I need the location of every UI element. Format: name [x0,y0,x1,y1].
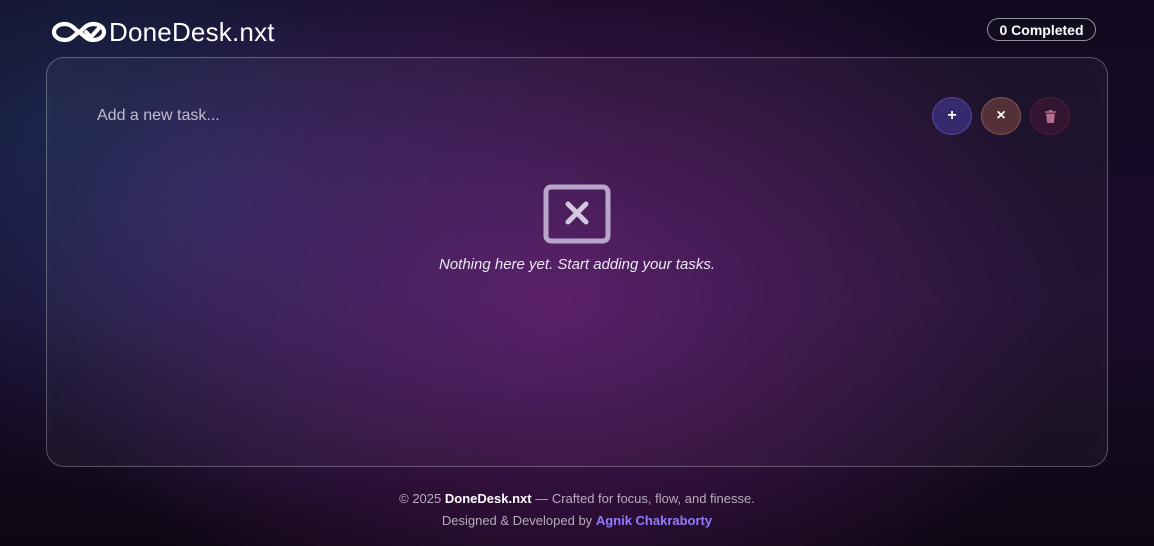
add-task-button[interactable]: + [932,97,972,135]
plus-icon: + [947,107,957,124]
app-logo[interactable]: DoneDesk.nxt [51,16,275,48]
copyright-text: © 2025 [399,491,442,506]
delete-all-button[interactable] [1030,97,1070,135]
footer-copyright-line: © 2025 DoneDesk.nxt — Crafted for focus,… [0,488,1154,510]
empty-state: Nothing here yet. Start adding your task… [47,184,1107,273]
footer-credit-line: Designed & Developed by Agnik Chakrabort… [0,510,1154,532]
empty-box-icon [543,184,611,244]
author-link[interactable]: Agnik Chakraborty [596,513,712,528]
task-panel: + × Nothing here yet. Start adding your … [46,57,1108,467]
footer-tagline: — Crafted for focus, flow, and finesse. [535,491,755,506]
footer-brand: DoneDesk.nxt [444,491,532,506]
close-icon: × [996,107,1006,124]
clear-input-button[interactable]: × [981,97,1021,135]
completed-count-badge: 0 Completed [987,18,1096,41]
trash-icon [1044,109,1056,123]
credit-text: Designed & Developed by [441,513,593,528]
footer: © 2025 DoneDesk.nxt — Crafted for focus,… [0,488,1154,532]
empty-state-message: Nothing here yet. Start adding your task… [439,256,715,273]
infinity-check-icon [51,21,107,43]
new-task-input[interactable] [97,102,857,130]
app-title: DoneDesk.nxt [109,17,275,47]
